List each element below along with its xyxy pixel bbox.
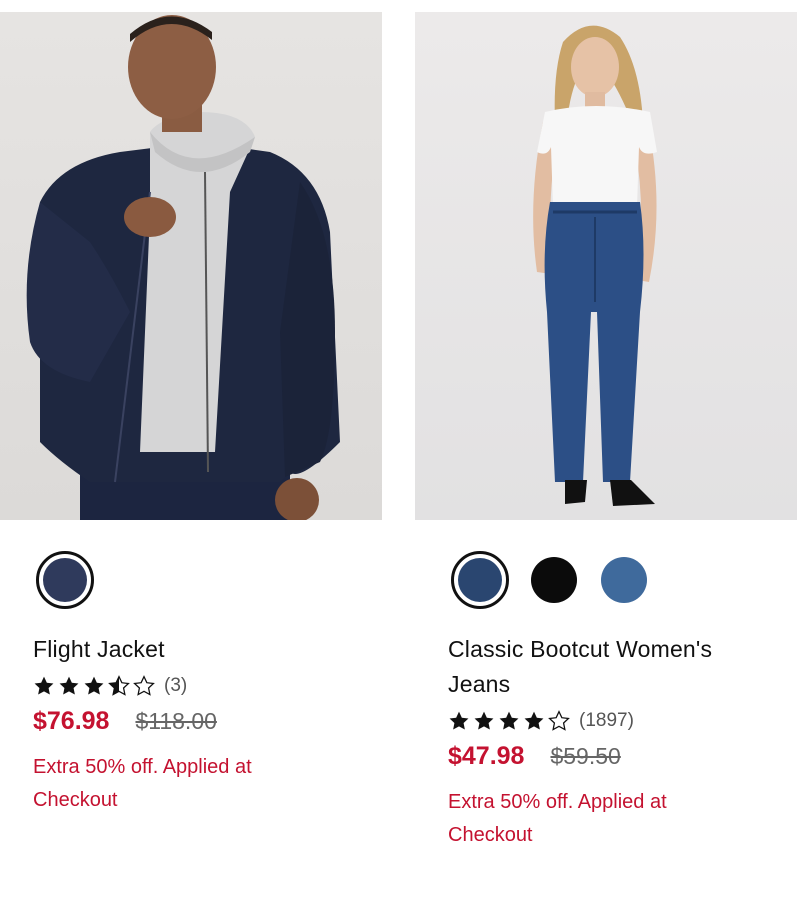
color-swatch-dark-wash[interactable]: [451, 551, 509, 609]
color-swatches: [36, 551, 116, 609]
star-empty-icon: [548, 710, 570, 731]
sale-price: $47.98: [448, 742, 525, 770]
star-half-icon: [108, 675, 130, 696]
star-full-icon: [474, 711, 494, 730]
color-swatch-black[interactable]: [531, 557, 577, 603]
product-rating[interactable]: (1897): [448, 704, 791, 738]
star-empty-icon: [133, 675, 155, 696]
product-title[interactable]: Classic Bootcut Women's Jeans: [448, 632, 778, 702]
color-swatch-medium-wash[interactable]: [601, 557, 647, 603]
review-count: (1897): [579, 710, 634, 731]
product-title[interactable]: Flight Jacket: [33, 632, 360, 667]
promo-text: Extra 50% off. Applied at Checkout: [33, 756, 252, 811]
swatch-fill: [43, 558, 87, 602]
swatch-fill: [601, 557, 647, 603]
swatch-fill: [531, 557, 577, 603]
promo-text: Extra 50% off. Applied at Checkout: [448, 791, 667, 846]
color-swatch-navy[interactable]: [36, 551, 94, 609]
price-row: $76.98 $118.00: [33, 707, 360, 747]
original-price: $118.00: [135, 708, 217, 734]
rating-stars: [448, 710, 573, 732]
jacket-model-illustration: [26, 15, 340, 520]
price-row: $47.98 $59.50: [448, 742, 791, 782]
product-rating[interactable]: (3): [33, 669, 360, 703]
rating-stars: [33, 675, 158, 697]
product-info: Classic Bootcut Women's Jeans (1897) $47…: [448, 632, 791, 852]
star-full-icon: [524, 711, 544, 730]
star-full-icon: [449, 711, 469, 730]
color-swatches: [451, 551, 671, 609]
sale-price: $76.98: [33, 707, 110, 735]
swatch-fill: [458, 558, 502, 602]
review-count: (3): [164, 675, 188, 696]
star-full-icon: [499, 711, 519, 730]
star-full-icon: [84, 676, 104, 695]
product-info: Flight Jacket (3) $76.98 $118.00 Extra 5…: [33, 632, 360, 817]
product-image-bootcut-jeans[interactable]: [415, 12, 797, 520]
jeans-model-illustration: [533, 25, 657, 506]
original-price: $59.50: [550, 743, 621, 769]
star-full-icon: [59, 676, 79, 695]
product-image-flight-jacket[interactable]: [0, 12, 382, 520]
star-full-icon: [34, 676, 54, 695]
